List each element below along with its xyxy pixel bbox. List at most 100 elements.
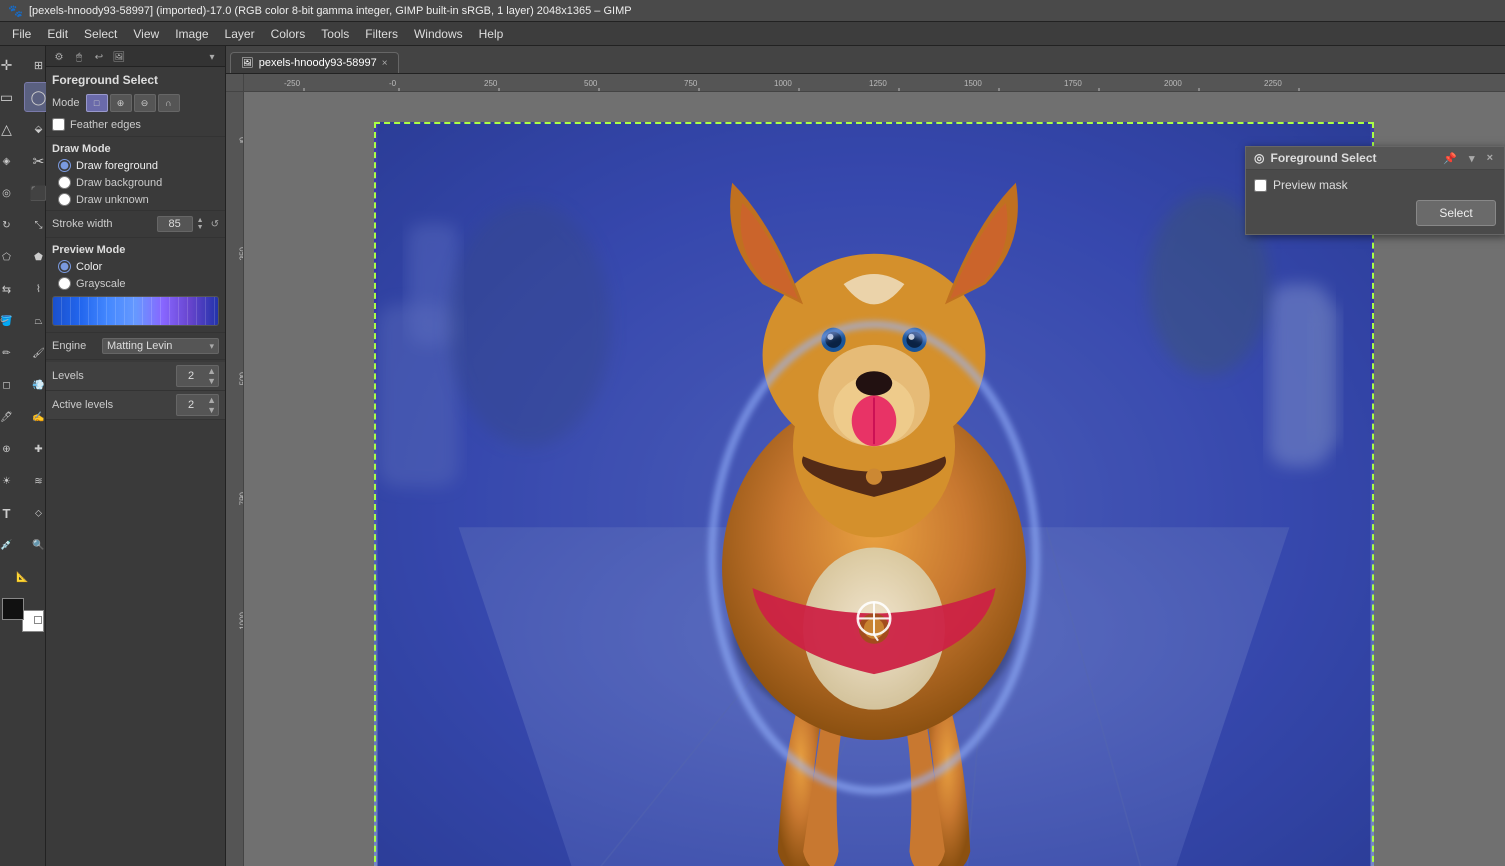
svg-text:250: 250 xyxy=(239,246,244,260)
draw-background-label: Draw background xyxy=(76,177,162,189)
canvas-tab-bar: 🖼 pexels-hnoody93-58997 × xyxy=(226,46,1505,74)
mode-subtract-btn[interactable]: ⊖ xyxy=(134,94,156,112)
ruler-corner xyxy=(226,74,244,92)
fg-panel-title: Foreground Select xyxy=(1270,151,1376,165)
preview-grayscale-row: Grayscale xyxy=(46,275,225,292)
fg-panel-pin-btn[interactable]: 📌 xyxy=(1440,152,1460,165)
svg-text:250: 250 xyxy=(484,79,498,88)
active-levels-up-btn[interactable]: ▲ xyxy=(205,395,218,405)
svg-text:500: 500 xyxy=(239,371,244,385)
engine-dropdown-icon[interactable]: ▾ xyxy=(209,341,214,352)
foreground-color-swatch[interactable] xyxy=(2,598,24,620)
menu-edit[interactable]: Edit xyxy=(39,24,76,44)
canvas-area[interactable]: 🖼 pexels-hnoody93-58997 × -250 -0 250 50… xyxy=(226,46,1505,866)
preview-color-label: Color xyxy=(76,261,102,273)
draw-foreground-label: Draw foreground xyxy=(76,160,158,172)
draw-unknown-radio[interactable] xyxy=(58,193,71,206)
svg-text:1000: 1000 xyxy=(774,79,792,88)
stroke-reset-btn[interactable]: ↺ xyxy=(211,219,219,230)
stroke-width-value[interactable]: 85 xyxy=(157,216,193,232)
mode-replace-btn[interactable]: □ xyxy=(86,94,108,112)
mode-add-btn[interactable]: ⊕ xyxy=(110,94,132,112)
ink-btn[interactable]: 🖊 xyxy=(0,402,22,432)
tool-options-tab[interactable]: ⚙ xyxy=(50,48,68,66)
engine-value: Matting Levin xyxy=(107,340,172,352)
measure-btn[interactable]: 📐 xyxy=(8,562,38,592)
menu-windows[interactable]: Windows xyxy=(406,24,471,44)
svg-text:1250: 1250 xyxy=(869,79,887,88)
color-select-btn[interactable]: ◈ xyxy=(0,146,22,176)
levels-up-btn[interactable]: ▲ xyxy=(205,366,218,376)
preview-grayscale-radio[interactable] xyxy=(58,277,71,290)
undo-history-tab[interactable]: ↩ xyxy=(90,48,108,66)
svg-text:2000: 2000 xyxy=(1164,79,1182,88)
engine-select[interactable]: Matting Levin ▾ xyxy=(102,338,219,354)
menu-help[interactable]: Help xyxy=(471,24,512,44)
dodge-btn[interactable]: ☀ xyxy=(0,466,22,496)
stroke-width-spinner[interactable]: ▲ ▼ xyxy=(197,217,204,231)
menu-bar: File Edit Select View Image Layer Colors… xyxy=(0,22,1505,46)
active-levels-control: 2 ▲ ▼ xyxy=(176,394,219,416)
color-picker-btn[interactable]: 💉 xyxy=(0,530,22,560)
mode-intersect-btn[interactable]: ∩ xyxy=(158,94,180,112)
menu-filters[interactable]: Filters xyxy=(357,24,406,44)
device-status-tab[interactable]: 🖱 xyxy=(70,48,88,66)
fg-select-btn[interactable]: ◎ xyxy=(0,178,22,208)
horizontal-ruler: -250 -0 250 500 750 1000 1250 1500 xyxy=(244,74,1505,92)
levels-value[interactable]: 2 xyxy=(177,369,205,383)
mode-label: Mode xyxy=(52,97,80,109)
image-canvas[interactable] xyxy=(374,122,1374,866)
panel-options-btn[interactable]: ▾ xyxy=(203,48,221,66)
feather-edges-checkbox[interactable] xyxy=(52,118,65,131)
menu-colors[interactable]: Colors xyxy=(263,24,314,44)
draw-unknown-row: Draw unknown xyxy=(46,191,225,208)
dog-svg xyxy=(374,122,1374,866)
canvas-tab-close-btn[interactable]: × xyxy=(382,58,388,69)
menu-layer[interactable]: Layer xyxy=(217,24,263,44)
stroke-down-arrow[interactable]: ▼ xyxy=(197,224,204,231)
images-tab[interactable]: 🖼 xyxy=(110,48,128,66)
menu-image[interactable]: Image xyxy=(167,24,216,44)
eraser-btn[interactable]: ◻ xyxy=(0,370,22,400)
rotate-btn[interactable]: ↻ xyxy=(0,210,22,240)
text-btn[interactable]: T xyxy=(0,498,22,528)
stroke-width-row: Stroke width 85 ▲ ▼ ↺ xyxy=(46,213,225,235)
app-icon: 🐾 xyxy=(8,4,23,18)
draw-background-radio[interactable] xyxy=(58,176,71,189)
canvas-tab-main[interactable]: 🖼 pexels-hnoody93-58997 × xyxy=(230,52,399,73)
tool-options-title: Foreground Select xyxy=(46,67,225,91)
flip-btn[interactable]: ⇆ xyxy=(0,274,22,304)
svg-text:-0: -0 xyxy=(389,79,397,88)
active-levels-row: Active levels 2 ▲ ▼ xyxy=(46,391,225,420)
shear-btn[interactable]: ⬠ xyxy=(0,242,22,272)
svg-text:1500: 1500 xyxy=(964,79,982,88)
rect-select-btn[interactable]: ▭ xyxy=(0,82,22,112)
pencil-btn[interactable]: ✏ xyxy=(0,338,22,368)
active-levels-down-btn[interactable]: ▼ xyxy=(205,405,218,415)
levels-label: Levels xyxy=(52,370,176,382)
canvas-tab-name: pexels-hnoody93-58997 xyxy=(259,57,377,69)
draw-foreground-radio[interactable] xyxy=(58,159,71,172)
levels-control: 2 ▲ ▼ xyxy=(176,365,219,387)
stroke-up-arrow[interactable]: ▲ xyxy=(197,217,204,224)
select-button[interactable]: Select xyxy=(1416,200,1496,226)
levels-down-btn[interactable]: ▼ xyxy=(205,376,218,386)
move-tool-btn[interactable]: ✛ xyxy=(0,50,22,80)
menu-select[interactable]: Select xyxy=(76,24,125,44)
preview-mask-checkbox[interactable] xyxy=(1254,179,1267,192)
free-select-btn[interactable]: △ xyxy=(0,114,22,144)
menu-tools[interactable]: Tools xyxy=(313,24,357,44)
menu-file[interactable]: File xyxy=(4,24,39,44)
preview-color-radio[interactable] xyxy=(58,260,71,273)
menu-view[interactable]: View xyxy=(125,24,167,44)
svg-text:1750: 1750 xyxy=(1064,79,1082,88)
clone-btn[interactable]: ⊕ xyxy=(0,434,22,464)
fg-panel-options-btn[interactable]: ▾ xyxy=(1466,152,1478,165)
preview-grayscale-label: Grayscale xyxy=(76,278,126,290)
mode-row: Mode □ ⊕ ⊖ ∩ xyxy=(46,91,225,115)
active-levels-value[interactable]: 2 xyxy=(177,398,205,412)
color-swatches[interactable] xyxy=(2,598,44,632)
swap-colors-btn[interactable] xyxy=(34,616,42,624)
fg-panel-close-btn[interactable]: × xyxy=(1484,152,1496,164)
bucket-fill-btn[interactable]: 🪣 xyxy=(0,306,22,336)
